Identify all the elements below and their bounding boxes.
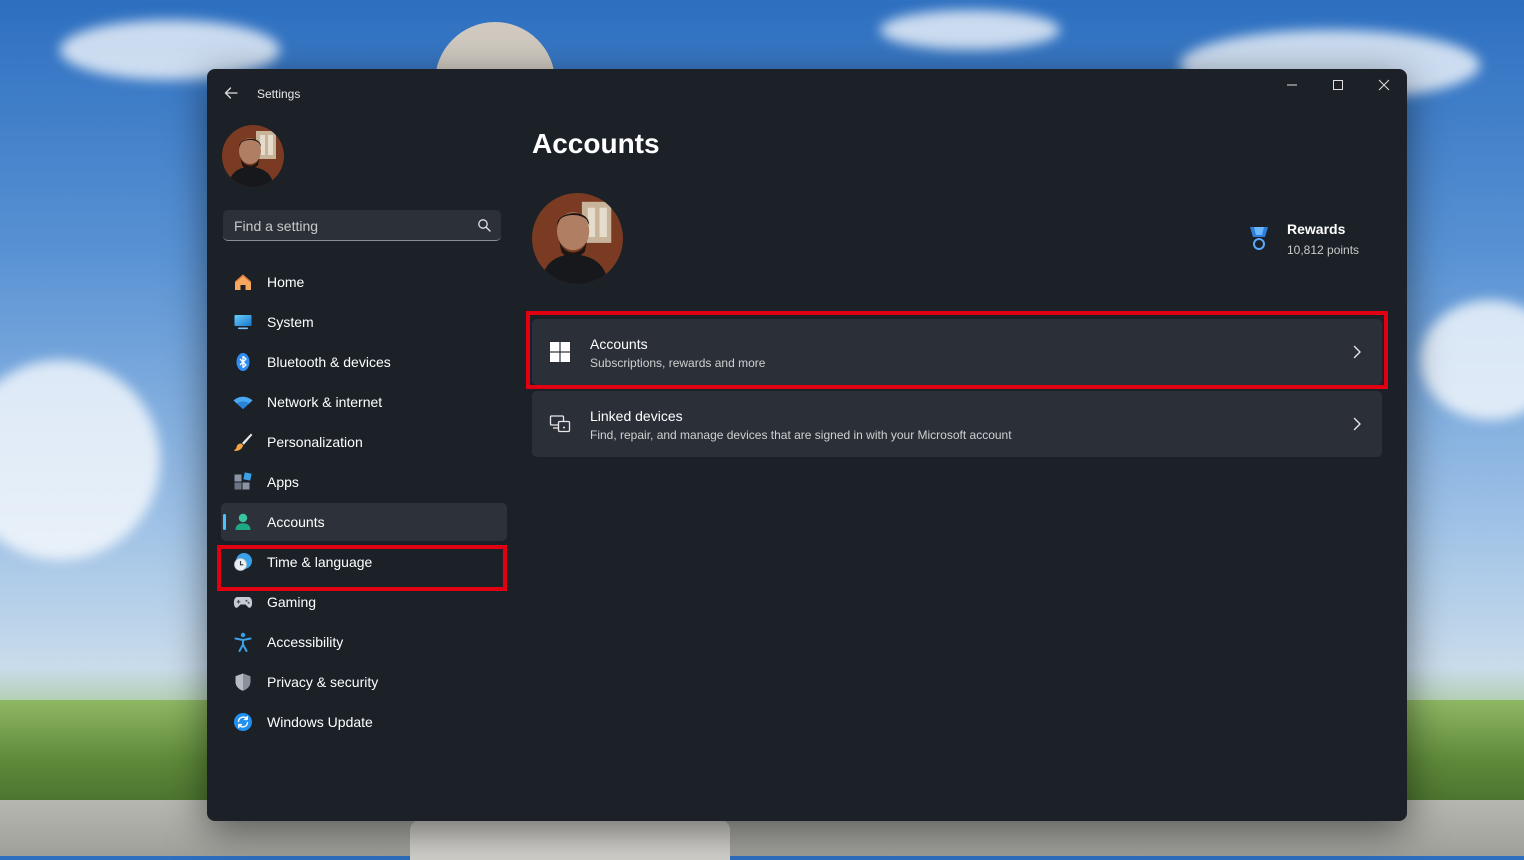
rewards-points: 10,812 points: [1287, 243, 1360, 257]
sidebar-item-apps[interactable]: Apps: [221, 463, 507, 501]
search-input[interactable]: [223, 210, 476, 241]
back-button[interactable]: [219, 81, 243, 105]
linked-devices-card[interactable]: Linked devices Find, repair, and manage …: [532, 391, 1382, 457]
gamepad-icon: [233, 597, 253, 608]
maximize-icon: [1333, 80, 1343, 90]
sidebar-item-label: Accessibility: [267, 634, 344, 650]
linked-devices-icon: [549, 415, 571, 433]
sidebar-item-bluetooth-devices[interactable]: Bluetooth & devices: [221, 343, 507, 381]
maximize-button[interactable]: [1315, 69, 1361, 101]
sidebar-item-label: Apps: [267, 474, 299, 490]
highlight-box: [217, 545, 507, 591]
sidebar-item-label: Home: [267, 274, 305, 290]
back-arrow-icon: [224, 87, 238, 99]
cloud: [880, 10, 1060, 50]
sidebar-item-label: System: [267, 314, 314, 330]
apps-icon: [234, 472, 252, 490]
profile-photo: [222, 125, 284, 187]
close-button[interactable]: [1361, 69, 1407, 101]
bluetooth-icon: [236, 353, 250, 371]
sidebar-item-personalization[interactable]: Personalization: [221, 423, 507, 461]
sidebar-item-label: Personalization: [267, 434, 363, 450]
system-icon: [234, 315, 252, 330]
sidebar-item-label: Bluetooth & devices: [267, 354, 391, 370]
sidebar-item-label: Privacy & security: [267, 674, 379, 690]
sidebar-item-home[interactable]: Home: [221, 263, 507, 301]
main-content: Accounts Rewards 10,812 points Accounts …: [526, 117, 1392, 821]
page-title: Accounts: [532, 128, 660, 159]
wallpaper-figure-dress: [410, 820, 730, 860]
rewards-title: Rewards: [1287, 221, 1346, 237]
rewards-medal-icon: [1250, 227, 1268, 250]
sidebar-item-system[interactable]: System: [221, 303, 507, 341]
minimize-button[interactable]: [1269, 69, 1315, 101]
sidebar-item-label: Gaming: [267, 594, 317, 610]
sidebar-item-accessibility[interactable]: Accessibility: [221, 623, 507, 661]
settings-window: Settings Find a setting Home System Blue…: [207, 69, 1407, 821]
cloud: [0, 360, 160, 560]
cloud: [1420, 300, 1524, 420]
sidebar-item-label: Accounts: [267, 514, 325, 530]
app-title: Settings: [257, 87, 301, 101]
title-bar: Settings: [207, 69, 1407, 117]
update-icon: [234, 713, 252, 731]
search-icon[interactable]: [477, 218, 491, 232]
sidebar-item-accounts[interactable]: Accounts: [221, 503, 507, 541]
minimize-icon: [1287, 84, 1297, 86]
nav-list: Home System Bluetooth & devices Network …: [221, 263, 507, 743]
sidebar-item-privacy-security[interactable]: Privacy & security: [221, 663, 507, 701]
sidebar-item-network-internet[interactable]: Network & internet: [221, 383, 507, 421]
person-icon: [235, 513, 251, 530]
wifi-icon: [233, 396, 253, 409]
sidebar-item-label: Windows Update: [267, 714, 373, 730]
highlight-box: [526, 311, 1388, 389]
card-title: Linked devices: [590, 408, 683, 424]
sidebar: Home System Bluetooth & devices: [207, 117, 517, 821]
profile-photo: [532, 193, 623, 284]
profile-avatar[interactable]: [532, 193, 623, 284]
chevron-right-icon: [1353, 417, 1361, 431]
home-icon: [235, 274, 251, 290]
search-box[interactable]: [223, 210, 501, 241]
card-subtitle: Find, repair, and manage devices that ar…: [590, 428, 1012, 442]
close-icon: [1378, 79, 1390, 91]
shield-icon: [235, 673, 251, 691]
brush-icon: [234, 433, 253, 451]
sidebar-item-windows-update[interactable]: Windows Update: [221, 703, 507, 741]
accessibility-icon: [234, 632, 252, 652]
sidebar-item-label: Network & internet: [267, 394, 383, 410]
avatar[interactable]: [222, 125, 284, 187]
selection-indicator: [223, 514, 226, 530]
rewards-widget[interactable]: Rewards 10,812 points: [1247, 219, 1387, 263]
